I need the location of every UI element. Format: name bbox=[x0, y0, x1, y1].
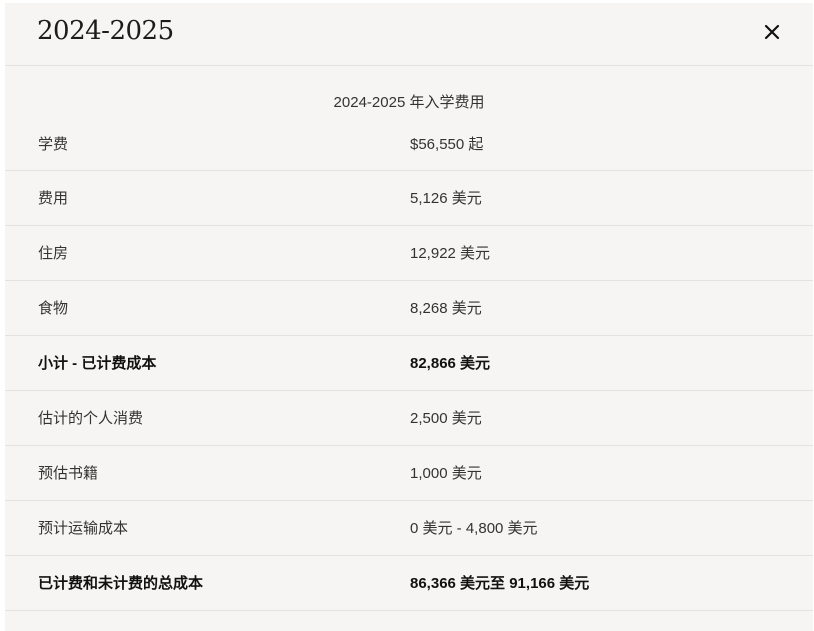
cost-modal: 2024-2025 2024-2025 年入学费用 学费 $56,550 起 费… bbox=[5, 3, 813, 631]
table-row-subtotal: 小计 - 已计费成本 82,866 美元 bbox=[5, 336, 813, 391]
row-label: 预估书籍 bbox=[38, 465, 99, 482]
row-value: 12,922 美元 bbox=[410, 245, 491, 262]
table-row-food: 食物 8,268 美元 bbox=[5, 281, 813, 336]
cost-table: 学费 $56,550 起 费用 5,126 美元 住房 12,922 美元 食物… bbox=[5, 127, 813, 611]
row-label: 住房 bbox=[38, 245, 69, 262]
row-label: 食物 bbox=[38, 300, 69, 317]
row-value: 1,000 美元 bbox=[410, 465, 482, 482]
row-value: 2,500 美元 bbox=[410, 410, 482, 427]
row-value: 86,366 美元至 91,166 美元 bbox=[410, 575, 590, 592]
row-value: $56,550 起 bbox=[410, 136, 484, 153]
table-row-books: 预估书籍 1,000 美元 bbox=[5, 446, 813, 501]
table-caption: 2024-2025 年入学费用 bbox=[333, 94, 485, 111]
modal-title: 2024-2025 bbox=[37, 16, 174, 46]
row-label: 学费 bbox=[38, 136, 69, 153]
close-button[interactable] bbox=[761, 21, 783, 43]
table-row-total: 已计费和未计费的总成本 86,366 美元至 91,166 美元 bbox=[5, 556, 813, 611]
row-label: 小计 - 已计费成本 bbox=[38, 355, 157, 372]
modal-header: 2024-2025 bbox=[5, 3, 813, 66]
row-label: 预计运输成本 bbox=[38, 520, 129, 537]
close-icon bbox=[764, 24, 780, 40]
table-row-personal: 估计的个人消费 2,500 美元 bbox=[5, 391, 813, 446]
row-value: 0 美元 - 4,800 美元 bbox=[410, 520, 538, 537]
table-row-housing: 住房 12,922 美元 bbox=[5, 226, 813, 281]
row-label: 已计费和未计费的总成本 bbox=[38, 575, 204, 592]
row-value: 5,126 美元 bbox=[410, 190, 482, 207]
row-value: 8,268 美元 bbox=[410, 300, 482, 317]
table-row-tuition: 学费 $56,550 起 bbox=[5, 127, 813, 171]
row-label: 估计的个人消费 bbox=[38, 410, 144, 427]
table-row-transport: 预计运输成本 0 美元 - 4,800 美元 bbox=[5, 501, 813, 556]
row-value: 82,866 美元 bbox=[410, 355, 491, 372]
table-row-fees: 费用 5,126 美元 bbox=[5, 171, 813, 226]
row-label: 费用 bbox=[38, 190, 69, 207]
